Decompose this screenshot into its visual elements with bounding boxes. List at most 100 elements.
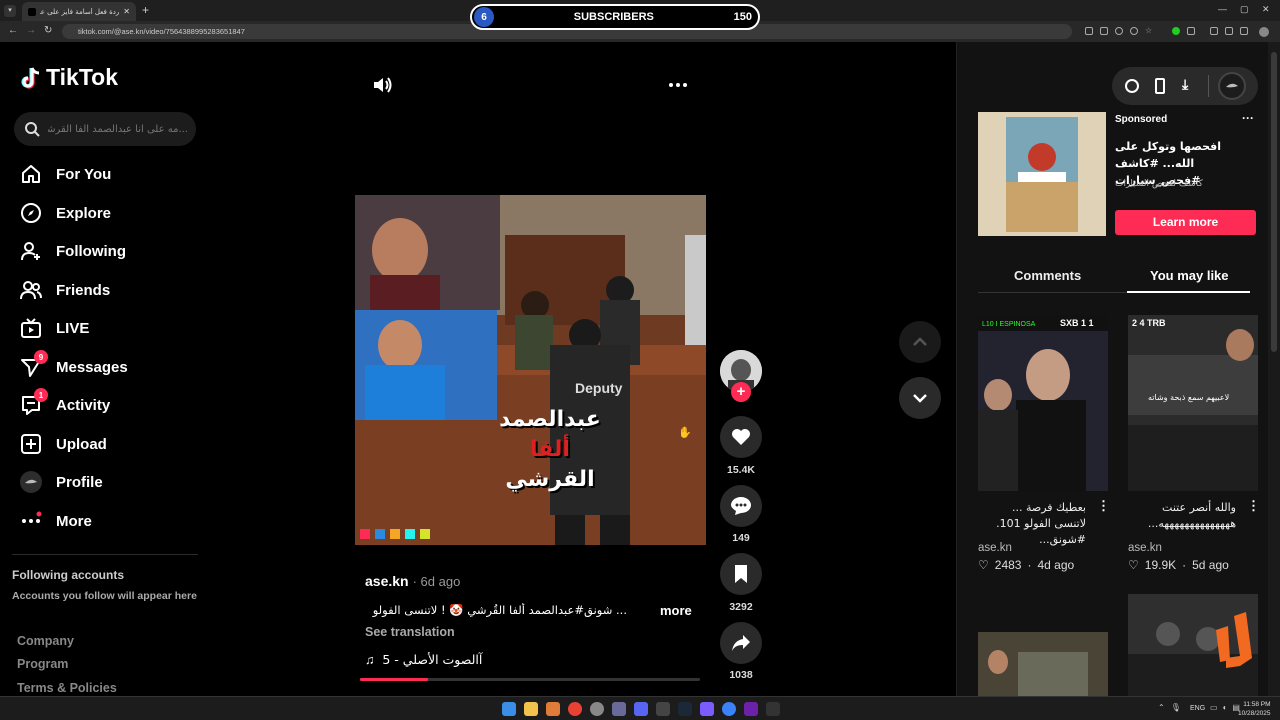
- rec-likes-2: 19.9K: [1144, 558, 1177, 572]
- browser-tab[interactable]: ردة فعل أسامة فايز على عبد... ✕: [22, 2, 136, 21]
- sponsored-thumbnail[interactable]: [978, 112, 1106, 236]
- sponsored-options-icon[interactable]: ···: [1242, 111, 1254, 125]
- tab-you-may-like[interactable]: You may like: [1150, 268, 1229, 283]
- video-author[interactable]: ase.kn: [365, 573, 409, 589]
- footer-link-company[interactable]: Company: [17, 634, 74, 648]
- video-progress-bar[interactable]: [360, 678, 700, 681]
- svg-text:لاعبيهم سمع ذبحة وشاته: لاعبيهم سمع ذبحة وشاته: [1148, 393, 1229, 402]
- restore-button[interactable]: ▢: [1240, 4, 1249, 15]
- video-options-button[interactable]: [668, 78, 688, 97]
- nav-live[interactable]: LIVE: [20, 313, 89, 343]
- nav-profile[interactable]: Profile: [20, 467, 103, 497]
- back-icon[interactable]: ←: [8, 25, 18, 36]
- follow-plus-button[interactable]: +: [731, 382, 751, 402]
- tray-icons[interactable]: ⌃ 🎙: [1158, 703, 1181, 712]
- app-icon[interactable]: [744, 702, 758, 716]
- steam-icon[interactable]: [678, 702, 692, 716]
- tab-comments[interactable]: Comments: [1014, 268, 1081, 283]
- start-icon[interactable]: [502, 702, 516, 716]
- caption-more-link[interactable]: more: [660, 603, 692, 618]
- minimize-button[interactable]: —: [1218, 4, 1227, 14]
- nav-label: Explore: [56, 204, 112, 222]
- sponsored-advertiser: كاشف لفحص السيارات: [1115, 179, 1203, 189]
- reload-icon[interactable]: ↻: [44, 25, 52, 36]
- new-tab-button[interactable]: +: [142, 3, 149, 17]
- search-input[interactable]: [48, 123, 188, 135]
- file-explorer-icon[interactable]: [524, 702, 538, 716]
- save-count: 3292: [729, 601, 753, 613]
- rec-thumbnail-2[interactable]: 2 4 TRB لاعبيهم سمع ذبحة وشاته: [1128, 315, 1258, 491]
- subscriber-count: 150: [733, 11, 752, 23]
- bookmark-icon: [735, 565, 747, 583]
- rec-thumbnail-3[interactable]: [978, 632, 1108, 696]
- nav-more[interactable]: More: [20, 506, 92, 536]
- nav-label: Following: [56, 242, 126, 260]
- network-volume-battery-icons[interactable]: ▭ ◐ ▤: [1210, 703, 1240, 712]
- divider: [1208, 75, 1209, 97]
- share-button[interactable]: [720, 622, 762, 664]
- app-icon[interactable]: [700, 702, 714, 716]
- extensions-icons[interactable]: ☆ ⋮: [1085, 27, 1280, 37]
- cursor-icon: ✋: [678, 427, 692, 439]
- download-icon[interactable]: ⤓: [1182, 76, 1188, 93]
- tiktok-logo[interactable]: TikTok: [20, 64, 118, 91]
- nav-activity[interactable]: 1 Activity: [20, 388, 110, 420]
- see-translation-link[interactable]: See translation: [365, 625, 455, 639]
- tab-search-button[interactable]: ▾: [4, 5, 16, 17]
- following-accounts-title: Following accounts: [12, 568, 125, 582]
- overlay-line-3: القرشي: [505, 467, 595, 492]
- scrollbar-thumb[interactable]: [1271, 52, 1277, 352]
- close-tab-icon[interactable]: ✕: [123, 7, 130, 16]
- overlay-line-1: عبدالصمد: [499, 407, 601, 432]
- close-window-button[interactable]: ✕: [1262, 4, 1270, 15]
- language-indicator[interactable]: ENG: [1190, 705, 1205, 712]
- like-button[interactable]: [720, 416, 762, 458]
- volume-button[interactable]: [372, 75, 394, 100]
- svg-text:2 4 TRB: 2 4 TRB: [1132, 318, 1166, 328]
- video-player[interactable]: Deputy عبدالصمد ألفا القرشي: [355, 195, 706, 545]
- system-clock[interactable]: 11:58 PM 10/28/2025: [1238, 700, 1271, 718]
- music-note-icon: ♫: [365, 652, 375, 667]
- rec-thumbnail-1[interactable]: L10 I ESPINOSA SXB 1 1: [978, 315, 1108, 491]
- phone-icon[interactable]: [1155, 78, 1165, 94]
- previous-video-button[interactable]: [899, 321, 941, 363]
- rec-options-icon-2[interactable]: ⋮: [1247, 498, 1260, 514]
- app-icon[interactable]: [612, 702, 626, 716]
- app-icon[interactable]: [656, 702, 670, 716]
- page-scrollbar[interactable]: [1268, 42, 1280, 696]
- more-dots-icon: [20, 510, 42, 532]
- comment-count: 149: [732, 532, 750, 544]
- profile-avatar[interactable]: [1218, 72, 1246, 100]
- rec-options-icon-1[interactable]: ⋮: [1097, 498, 1110, 514]
- rec-author-2[interactable]: ase.kn: [1128, 542, 1162, 554]
- coin-icon[interactable]: [1125, 79, 1139, 93]
- app-icon[interactable]: [546, 702, 560, 716]
- save-button[interactable]: [720, 553, 762, 595]
- rec-title-2[interactable]: والله أنصر عتنت ههههههههههههههه...: [1128, 500, 1236, 532]
- forward-icon[interactable]: →: [26, 25, 36, 36]
- nav-following[interactable]: Following: [20, 236, 126, 266]
- next-video-button[interactable]: [899, 377, 941, 419]
- rec-age-2: 5d ago: [1192, 558, 1229, 572]
- video-sound[interactable]: ♫ آالصوت الأصلي - 5: [365, 652, 482, 667]
- footer-link-program[interactable]: Program: [17, 657, 68, 671]
- footer-link-terms[interactable]: Terms & Policies: [17, 681, 117, 695]
- compass-icon: [20, 202, 42, 224]
- app-icon[interactable]: [766, 702, 780, 716]
- rec-author-1[interactable]: ase.kn: [978, 542, 1012, 554]
- nav-for-you[interactable]: For You: [20, 159, 111, 189]
- rec-title-1[interactable]: بعطيك فرصة ... لاتنسى الفولو 101. #شونق.…: [978, 500, 1086, 548]
- chrome-icon[interactable]: [568, 702, 582, 716]
- nav-messages[interactable]: 9 Messages: [20, 350, 128, 382]
- nav-friends[interactable]: Friends: [20, 275, 110, 305]
- learn-more-button[interactable]: Learn more: [1115, 210, 1256, 235]
- search-box[interactable]: [14, 112, 196, 146]
- nav-explore[interactable]: Explore: [20, 198, 111, 228]
- app-icon[interactable]: [722, 702, 736, 716]
- sidebar-divider: [12, 554, 198, 555]
- nav-label: Friends: [56, 281, 111, 299]
- comment-button[interactable]: [720, 485, 762, 527]
- app-icon[interactable]: [590, 702, 604, 716]
- discord-icon[interactable]: [634, 702, 648, 716]
- nav-upload[interactable]: Upload: [20, 429, 107, 459]
